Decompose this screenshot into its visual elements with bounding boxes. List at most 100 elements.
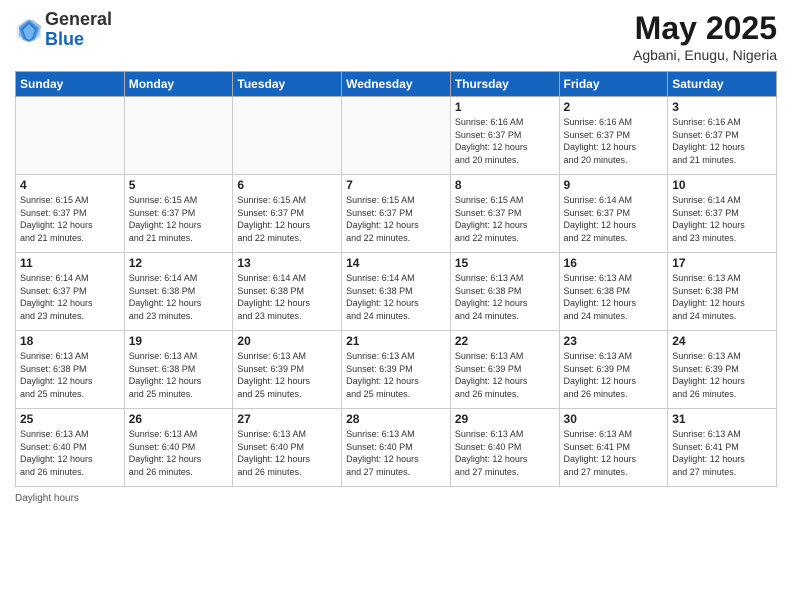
calendar-cell: 15 Sunrise: 6:13 AM Sunset: 6:38 PM Dayli…	[450, 253, 559, 331]
day-number: 30	[564, 412, 664, 426]
day-number: 29	[455, 412, 555, 426]
header-thursday: Thursday	[450, 72, 559, 97]
calendar-week-2: 4 Sunrise: 6:15 AM Sunset: 6:37 PM Daylig…	[16, 175, 777, 253]
calendar-cell: 12 Sunrise: 6:14 AM Sunset: 6:38 PM Dayli…	[124, 253, 233, 331]
calendar-cell: 14Sunrise: 6:14 AM Sunset: 6:38 PM Dayli…	[342, 253, 451, 331]
calendar-cell: 22 Sunrise: 6:13 AM Sunset: 6:39 PM Dayli…	[450, 331, 559, 409]
day-number: 2	[564, 100, 664, 114]
calendar-cell: 18 Sunrise: 6:13 AM Sunset: 6:38 PM Dayli…	[16, 331, 125, 409]
day-info: Sunrise: 6:14 AM Sunset: 6:38 PM Dayligh…	[237, 272, 337, 322]
header-tuesday: Tuesday	[233, 72, 342, 97]
day-info: Sunrise: 6:16 AM Sunset: 6:37 PM Dayligh…	[564, 116, 664, 166]
day-info: Sunrise: 6:13 AM Sunset: 6:41 PM Dayligh…	[672, 428, 772, 478]
calendar-cell: 27 Sunrise: 6:13 AM Sunset: 6:40 PM Dayli…	[233, 409, 342, 487]
day-number: 16	[564, 256, 664, 270]
calendar-cell: 25Sunrise: 6:13 AM Sunset: 6:40 PM Dayli…	[16, 409, 125, 487]
calendar-cell	[342, 97, 451, 175]
day-info: Sunrise: 6:14 AM Sunset: 6:37 PM Dayligh…	[20, 272, 120, 322]
day-info: Sunrise: 6:13 AM Sunset: 6:38 PM Dayligh…	[564, 272, 664, 322]
day-number: 13	[237, 256, 337, 270]
calendar-cell: 6 Sunrise: 6:15 AM Sunset: 6:37 PM Daylig…	[233, 175, 342, 253]
day-number: 19	[129, 334, 229, 348]
calendar-cell: 20Sunrise: 6:13 AM Sunset: 6:39 PM Dayli…	[233, 331, 342, 409]
day-number: 18	[20, 334, 120, 348]
day-info: Sunrise: 6:15 AM Sunset: 6:37 PM Dayligh…	[237, 194, 337, 244]
day-number: 11	[20, 256, 120, 270]
calendar-cell: 30 Sunrise: 6:13 AM Sunset: 6:41 PM Dayli…	[559, 409, 668, 487]
header-wednesday: Wednesday	[342, 72, 451, 97]
logo-general-text: General	[45, 9, 112, 29]
day-number: 20	[237, 334, 337, 348]
calendar-cell	[124, 97, 233, 175]
day-number: 6	[237, 178, 337, 192]
calendar-cell: 17Sunrise: 6:13 AM Sunset: 6:38 PM Dayli…	[668, 253, 777, 331]
logo-blue-text: Blue	[45, 29, 84, 49]
header-friday: Friday	[559, 72, 668, 97]
logo-icon	[15, 16, 43, 44]
calendar-cell: 29Sunrise: 6:13 AM Sunset: 6:40 PM Dayli…	[450, 409, 559, 487]
calendar-cell: 1 Sunrise: 6:16 AM Sunset: 6:37 PM Daylig…	[450, 97, 559, 175]
day-info: Sunrise: 6:13 AM Sunset: 6:38 PM Dayligh…	[129, 350, 229, 400]
calendar-cell: 3 Sunrise: 6:16 AM Sunset: 6:37 PM Daylig…	[668, 97, 777, 175]
calendar-week-4: 18 Sunrise: 6:13 AM Sunset: 6:38 PM Dayli…	[16, 331, 777, 409]
calendar-cell: 24 Sunrise: 6:13 AM Sunset: 6:39 PM Dayli…	[668, 331, 777, 409]
day-number: 31	[672, 412, 772, 426]
day-number: 7	[346, 178, 446, 192]
day-info: Sunrise: 6:14 AM Sunset: 6:38 PM Dayligh…	[129, 272, 229, 322]
daylight-hours-label: Daylight hours	[15, 493, 79, 504]
header-sunday: Sunday	[16, 72, 125, 97]
day-info: Sunrise: 6:13 AM Sunset: 6:38 PM Dayligh…	[455, 272, 555, 322]
header: General Blue May 2025 Agbani, Enugu, Nig…	[15, 10, 777, 63]
day-info: Sunrise: 6:13 AM Sunset: 6:39 PM Dayligh…	[455, 350, 555, 400]
day-number: 9	[564, 178, 664, 192]
day-info: Sunrise: 6:16 AM Sunset: 6:37 PM Dayligh…	[672, 116, 772, 166]
weekday-header-row: Sunday Monday Tuesday Wednesday Thursday…	[16, 72, 777, 97]
calendar-cell: 7Sunrise: 6:15 AM Sunset: 6:37 PM Daylig…	[342, 175, 451, 253]
calendar-cell: 4 Sunrise: 6:15 AM Sunset: 6:37 PM Daylig…	[16, 175, 125, 253]
calendar: Sunday Monday Tuesday Wednesday Thursday…	[15, 71, 777, 487]
calendar-cell: 31 Sunrise: 6:13 AM Sunset: 6:41 PM Dayli…	[668, 409, 777, 487]
calendar-cell: 5 Sunrise: 6:15 AM Sunset: 6:37 PM Daylig…	[124, 175, 233, 253]
day-info: Sunrise: 6:13 AM Sunset: 6:39 PM Dayligh…	[672, 350, 772, 400]
day-info: Sunrise: 6:14 AM Sunset: 6:38 PM Dayligh…	[346, 272, 446, 322]
day-info: Sunrise: 6:15 AM Sunset: 6:37 PM Dayligh…	[129, 194, 229, 244]
day-number: 1	[455, 100, 555, 114]
calendar-cell: 19 Sunrise: 6:13 AM Sunset: 6:38 PM Dayli…	[124, 331, 233, 409]
day-info: Sunrise: 6:13 AM Sunset: 6:41 PM Dayligh…	[564, 428, 664, 478]
header-saturday: Saturday	[668, 72, 777, 97]
day-number: 24	[672, 334, 772, 348]
day-number: 27	[237, 412, 337, 426]
day-info: Sunrise: 6:16 AM Sunset: 6:37 PM Dayligh…	[455, 116, 555, 166]
day-number: 28	[346, 412, 446, 426]
day-number: 10	[672, 178, 772, 192]
calendar-cell: 21Sunrise: 6:13 AM Sunset: 6:39 PM Dayli…	[342, 331, 451, 409]
calendar-cell: 26Sunrise: 6:13 AM Sunset: 6:40 PM Dayli…	[124, 409, 233, 487]
day-number: 5	[129, 178, 229, 192]
day-info: Sunrise: 6:13 AM Sunset: 6:38 PM Dayligh…	[20, 350, 120, 400]
day-number: 17	[672, 256, 772, 270]
day-info: Sunrise: 6:13 AM Sunset: 6:40 PM Dayligh…	[237, 428, 337, 478]
day-number: 26	[129, 412, 229, 426]
calendar-cell: 16 Sunrise: 6:13 AM Sunset: 6:38 PM Dayli…	[559, 253, 668, 331]
day-info: Sunrise: 6:13 AM Sunset: 6:40 PM Dayligh…	[346, 428, 446, 478]
day-info: Sunrise: 6:13 AM Sunset: 6:39 PM Dayligh…	[346, 350, 446, 400]
calendar-week-1: 1 Sunrise: 6:16 AM Sunset: 6:37 PM Daylig…	[16, 97, 777, 175]
logo: General Blue	[15, 10, 112, 50]
page: General Blue May 2025 Agbani, Enugu, Nig…	[0, 0, 792, 612]
header-monday: Monday	[124, 72, 233, 97]
calendar-cell	[16, 97, 125, 175]
day-number: 15	[455, 256, 555, 270]
day-info: Sunrise: 6:14 AM Sunset: 6:37 PM Dayligh…	[564, 194, 664, 244]
day-info: Sunrise: 6:14 AM Sunset: 6:37 PM Dayligh…	[672, 194, 772, 244]
footer-note: Daylight hours	[15, 493, 777, 504]
calendar-cell: 23Sunrise: 6:13 AM Sunset: 6:39 PM Dayli…	[559, 331, 668, 409]
day-number: 12	[129, 256, 229, 270]
day-info: Sunrise: 6:15 AM Sunset: 6:37 PM Dayligh…	[20, 194, 120, 244]
day-number: 4	[20, 178, 120, 192]
month-title: May 2025	[633, 10, 777, 47]
calendar-week-3: 11 Sunrise: 6:14 AM Sunset: 6:37 PM Dayli…	[16, 253, 777, 331]
day-number: 3	[672, 100, 772, 114]
calendar-cell: 11 Sunrise: 6:14 AM Sunset: 6:37 PM Dayli…	[16, 253, 125, 331]
calendar-cell	[233, 97, 342, 175]
day-number: 22	[455, 334, 555, 348]
